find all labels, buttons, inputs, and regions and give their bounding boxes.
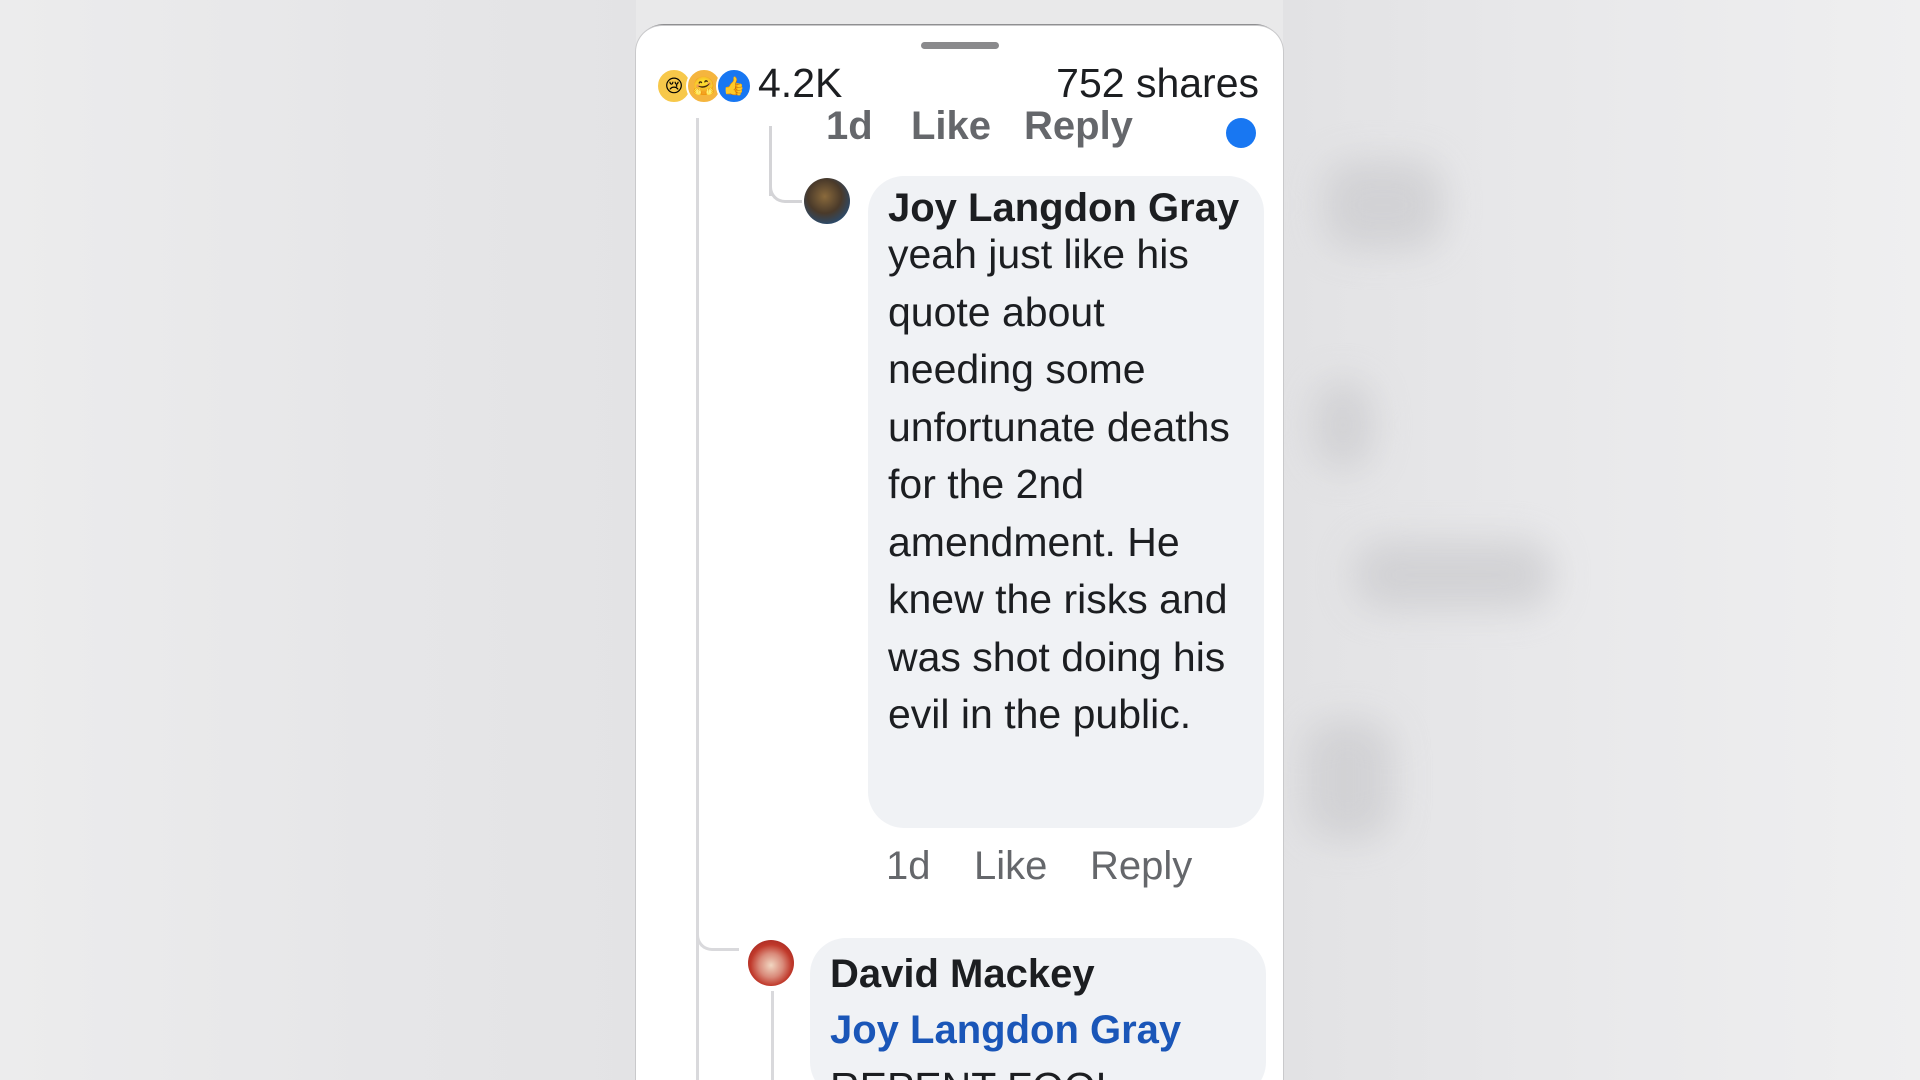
share-count[interactable]: 752 shares: [1056, 60, 1259, 107]
post-stats-bar: 😢 🤗 👍 4.2K 752 shares: [636, 56, 1283, 108]
reply-connector: [696, 926, 739, 951]
avatar[interactable]: [748, 940, 794, 986]
mention-link[interactable]: Joy Langdon Gray: [830, 1008, 1181, 1053]
reaction-count[interactable]: 4.2K: [758, 60, 842, 107]
drag-handle[interactable]: [921, 42, 999, 49]
comment-bubble: David Mackey Joy Langdon Gray REPENT FOO…: [810, 938, 1266, 1080]
comment-time: 1d: [886, 844, 931, 888]
comment-time: 1d: [826, 104, 873, 148]
avatar[interactable]: [804, 178, 850, 224]
comment-text: yeah just like his quote about needing s…: [888, 231, 1230, 737]
like-button[interactable]: Like: [911, 104, 991, 149]
comment-text: REPENT FOOL: [830, 1064, 1119, 1080]
reply-button[interactable]: Reply: [1024, 104, 1133, 149]
like-reaction-icon: [1226, 118, 1256, 148]
like-reaction-icon: 👍: [716, 68, 752, 104]
blurred-background-right: [1283, 0, 1920, 1080]
nested-thread-line: [771, 991, 774, 1080]
like-button[interactable]: Like: [974, 844, 1047, 889]
blurred-background-left: [0, 0, 636, 1080]
reply-button[interactable]: Reply: [1090, 844, 1192, 889]
comment-author[interactable]: David Mackey: [830, 952, 1095, 997]
comment-sheet: 😢 🤗 👍 4.2K 752 shares 1d Like Reply Joy …: [636, 26, 1283, 1080]
comment-author[interactable]: Joy Langdon Gray: [888, 186, 1239, 231]
comment-bubble: Joy Langdon Gray yeah just like his quot…: [868, 176, 1264, 828]
reply-connector: [769, 176, 802, 203]
